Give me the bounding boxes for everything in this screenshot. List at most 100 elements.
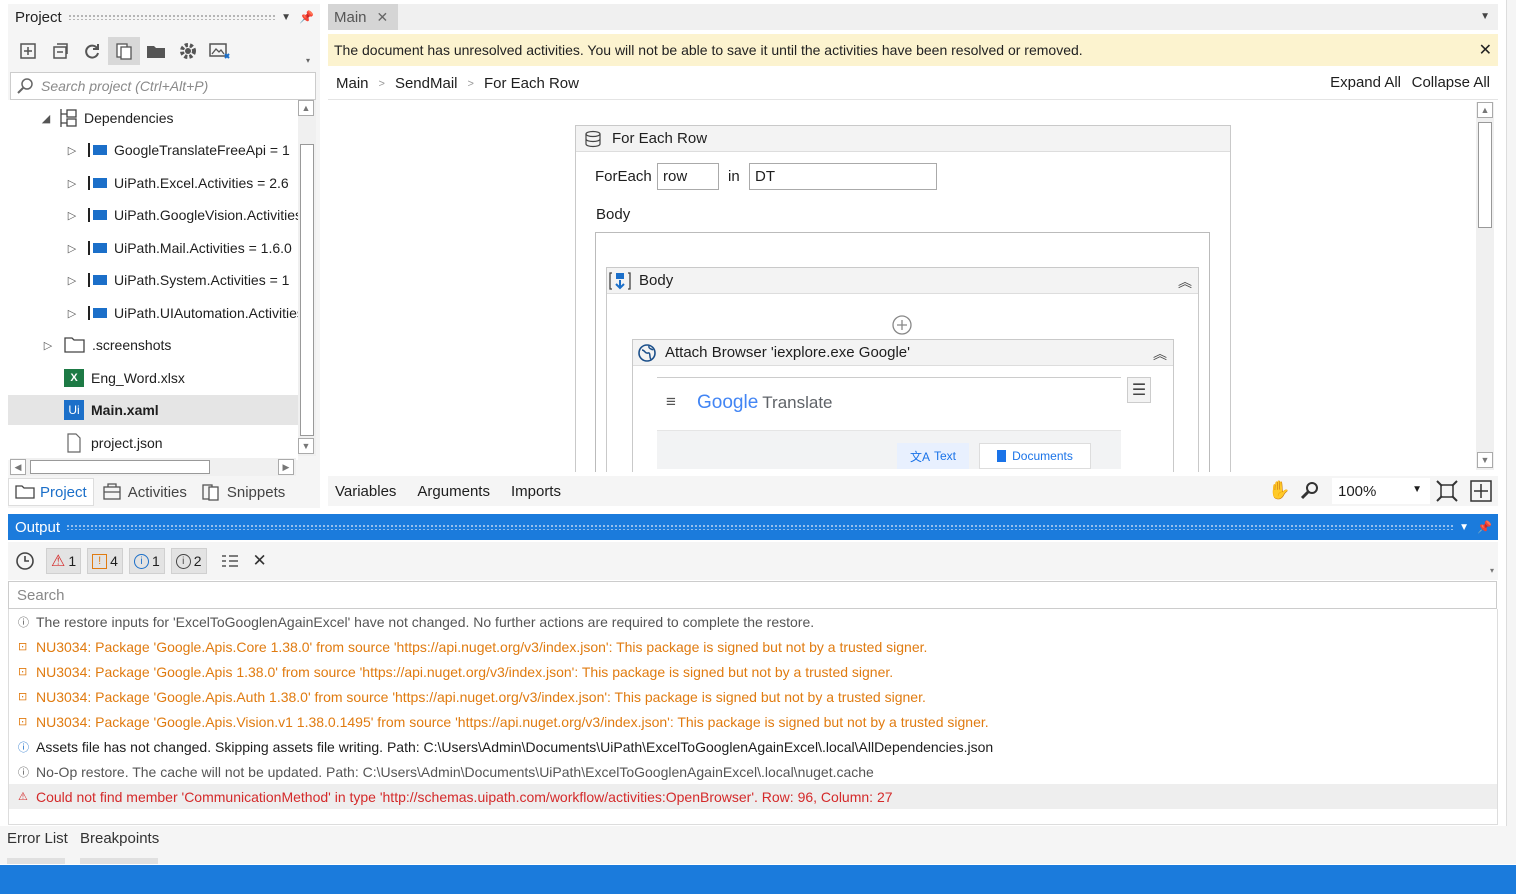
tab-project[interactable]: Project xyxy=(8,478,94,506)
list-filter-icon[interactable] xyxy=(221,553,239,569)
pin-icon[interactable]: 📌 xyxy=(299,10,314,24)
tab-breakpoints[interactable]: Breakpoints xyxy=(80,830,159,864)
zoom-search-icon[interactable] xyxy=(1300,481,1320,501)
collapsed-triangle-icon[interactable]: ▷ xyxy=(64,274,80,287)
filter-trace[interactable]: i2 xyxy=(170,548,207,574)
tree-package[interactable]: ▷ UiPath.System.Activities = 1 xyxy=(64,265,290,295)
scroll-thumb[interactable] xyxy=(30,460,210,474)
sequence-activity[interactable]: Body ︽ Attach Browser 'iexplore.exe Goog… xyxy=(606,267,1199,472)
scroll-thumb[interactable] xyxy=(1478,122,1492,228)
chevron-down-icon: ▼ xyxy=(1412,484,1422,495)
gear-icon[interactable] xyxy=(172,37,204,65)
scroll-up-icon[interactable]: ▲ xyxy=(1477,102,1493,118)
add-icon[interactable] xyxy=(12,37,44,65)
canvas-vscrollbar[interactable]: ▲ ▼ xyxy=(1476,102,1494,470)
breadcrumb-item[interactable]: SendMail xyxy=(395,75,458,92)
collection-input[interactable]: DT xyxy=(749,163,937,190)
close-icon[interactable]: ✕ xyxy=(1479,40,1492,60)
chevron-down-icon[interactable]: ▼ xyxy=(281,12,291,23)
search-input[interactable]: Search project (Ctrl+Alt+P) xyxy=(41,78,208,94)
collapse-all-button[interactable]: Collapse All xyxy=(1412,74,1490,91)
collapsed-triangle-icon[interactable]: ▷ xyxy=(64,177,80,190)
log-row[interactable]: ⊡ NU3034: Package 'Google.Apis.Core 1.38.… xyxy=(9,634,1497,659)
scroll-thumb[interactable] xyxy=(300,144,314,436)
tree-vscrollbar[interactable]: ▲ ▼ xyxy=(298,100,316,456)
tab-error-list[interactable]: Error List xyxy=(7,830,68,864)
refresh-icon[interactable] xyxy=(76,37,108,65)
chevron-down-icon[interactable]: ▼ xyxy=(1459,522,1469,533)
zoom-select[interactable]: 100% ▼ xyxy=(1332,478,1430,504)
image-settings-icon[interactable] xyxy=(204,37,236,65)
tab-activities[interactable]: Activities xyxy=(94,478,195,506)
tree-package[interactable]: ▷ UiPath.Excel.Activities = 2.6 xyxy=(64,168,289,198)
collapsed-triangle-icon[interactable]: ▷ xyxy=(64,209,80,222)
filter-warnings[interactable]: ! 4 xyxy=(87,548,123,574)
log-text: NU3034: Package 'Google.Apis 1.38.0' fro… xyxy=(36,663,894,680)
folder-icon[interactable] xyxy=(140,37,172,65)
workflow-canvas: For Each Row ForEach row in DT Body Body… xyxy=(328,100,1498,472)
tab-variables[interactable]: Variables xyxy=(335,483,396,500)
tree-folder[interactable]: ▷ .screenshots xyxy=(40,330,172,360)
hand-pan-icon[interactable]: ✋ xyxy=(1268,480,1290,501)
expand-all-button[interactable]: Expand All xyxy=(1330,74,1401,91)
overflow-icon[interactable]: ▾ xyxy=(1490,566,1494,575)
output-search-input[interactable]: Search xyxy=(8,581,1497,609)
filter-info[interactable]: i1 xyxy=(128,548,165,574)
overview-icon[interactable] xyxy=(1470,480,1492,502)
folder-icon xyxy=(64,337,85,353)
tree-label: UiPath.System.Activities = 1 xyxy=(114,272,290,288)
chevron-right-icon: > xyxy=(378,77,385,90)
pin-icon[interactable]: 📌 xyxy=(1477,520,1492,534)
log-row-selected[interactable]: ⚠ Could not find member 'CommunicationMet… xyxy=(9,784,1497,809)
tab-arguments[interactable]: Arguments xyxy=(417,483,490,500)
log-row[interactable]: ⊡ NU3034: Package 'Google.Apis 1.38.0' fr… xyxy=(9,659,1497,684)
tree-package[interactable]: ▷ UiPath.GoogleVision.Activities xyxy=(64,200,298,230)
add-activity-icon[interactable] xyxy=(891,314,913,336)
scroll-up-icon[interactable]: ▲ xyxy=(298,100,314,116)
collapse-icon[interactable]: ︽ xyxy=(1153,344,1167,364)
tree-package[interactable]: ▷ UiPath.UIAutomation.Activities xyxy=(64,298,298,328)
scroll-right-icon[interactable]: ▶ xyxy=(278,459,294,475)
tree-file[interactable]: project.json xyxy=(64,428,163,458)
tab-main[interactable]: Main ✕ xyxy=(328,4,398,30)
log-row[interactable]: ⓘ No-Op restore. The cache will not be up… xyxy=(9,759,1497,784)
attach-browser-activity[interactable]: Attach Browser 'iexplore.exe Google' ︽ ≡… xyxy=(632,339,1174,472)
project-search[interactable]: Search project (Ctrl+Alt+P) xyxy=(10,72,316,100)
close-icon[interactable]: ✕ xyxy=(377,9,389,26)
foreach-row-activity[interactable]: For Each Row ForEach row in DT Body Body… xyxy=(575,125,1231,472)
tree-hscrollbar[interactable]: ◀ ▶ xyxy=(10,458,296,476)
tree-file[interactable]: X Eng_Word.xlsx xyxy=(64,363,185,393)
activity-title: For Each Row xyxy=(612,130,708,147)
fit-to-screen-icon[interactable] xyxy=(1436,480,1458,502)
item-variable-input[interactable]: row xyxy=(657,163,719,190)
log-row[interactable]: ⓘ Assets file has not changed. Skipping a… xyxy=(9,734,1497,759)
log-row[interactable]: ⊡ NU3034: Package 'Google.Apis.Vision.v1 … xyxy=(9,709,1497,734)
overflow-icon[interactable]: ▾ xyxy=(306,56,310,65)
tab-snippets[interactable]: Snippets xyxy=(195,478,291,506)
scroll-left-icon[interactable]: ◀ xyxy=(10,459,26,475)
log-row[interactable]: ⊡ NU3034: Package 'Google.Apis.Auth 1.38.… xyxy=(9,684,1497,709)
collapsed-triangle-icon[interactable]: ▷ xyxy=(40,339,56,352)
collapsed-triangle-icon[interactable]: ▷ xyxy=(64,144,80,157)
collapse-icon[interactable] xyxy=(44,37,76,65)
scroll-down-icon[interactable]: ▼ xyxy=(298,438,314,454)
collapse-icon[interactable]: ︽ xyxy=(1178,272,1192,292)
menu-icon[interactable]: ☰ xyxy=(1127,377,1151,403)
log-row[interactable]: ⓘ The restore inputs for 'ExcelToGooglenA… xyxy=(9,609,1497,634)
breadcrumb-item[interactable]: Main xyxy=(336,75,369,92)
collapsed-triangle-icon[interactable]: ▷ xyxy=(64,242,80,255)
collapsed-triangle-icon[interactable]: ▷ xyxy=(64,307,80,320)
filter-errors[interactable]: ⚠ 1 xyxy=(46,548,82,574)
tree-file-selected[interactable]: Ui Main.xaml xyxy=(8,395,298,425)
chevron-down-icon[interactable]: ▼ xyxy=(1480,11,1490,22)
tree-dependencies[interactable]: ◢ Dependencies xyxy=(38,103,174,133)
clear-icon[interactable]: ✕ xyxy=(253,551,267,571)
tree-package[interactable]: ▷ GoogleTranslateFreeApi = 1 xyxy=(64,135,290,165)
expanded-triangle-icon[interactable]: ◢ xyxy=(38,112,54,125)
tab-imports[interactable]: Imports xyxy=(511,483,561,500)
tree-package[interactable]: ▷ UiPath.Mail.Activities = 1.6.0 xyxy=(64,233,292,263)
show-all-files-icon[interactable] xyxy=(108,37,140,65)
clock-icon[interactable] xyxy=(14,550,36,572)
breadcrumb-item[interactable]: For Each Row xyxy=(484,75,579,92)
scroll-down-icon[interactable]: ▼ xyxy=(1477,452,1493,468)
